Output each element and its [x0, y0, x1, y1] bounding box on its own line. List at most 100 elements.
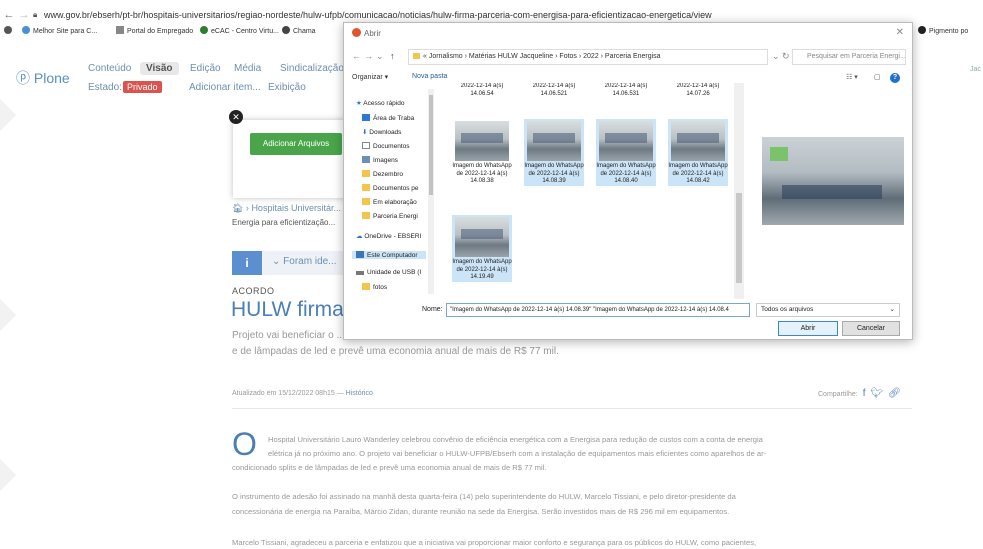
info-icon[interactable]: i: [232, 251, 262, 275]
file-item[interactable]: 2022-12-14 à(s) 14.06.521: [524, 83, 584, 98]
nav-images[interactable]: Imagens: [362, 156, 398, 164]
user-menu[interactable]: Jac: [970, 66, 981, 73]
nav-label: Documentos: [373, 143, 410, 150]
view-icon[interactable]: ☷ ▾: [846, 73, 858, 81]
paragraph-line: concessionária de energia na Paraíba, Má…: [232, 507, 730, 516]
file-type-select[interactable]: Todos os arquivos ⌄: [756, 303, 900, 317]
file-item[interactable]: 2022-12-14 à(s) 14.06.531: [596, 83, 656, 98]
file-name-field[interactable]: "Imagem do WhatsApp de 2022-12-14 à(s) 1…: [446, 303, 750, 317]
paragraph-line: O instrumento de adesão foi assinado na …: [232, 492, 736, 501]
folder-icon: [362, 212, 370, 219]
paragraph-line: condicionado splits e de lâmpadas de led…: [232, 463, 547, 472]
file-list-scrollbar-thumb[interactable]: [736, 193, 742, 283]
file-item[interactable]: 2022-12-14 à(s) 14.06.54: [452, 83, 512, 98]
nav-folder[interactable]: Em elaboração: [362, 198, 417, 206]
nav-label: Downloads: [369, 129, 402, 136]
chevron-down-icon: ⌄: [889, 306, 895, 313]
file-name: 2022-12-14 à(s) 14.06.521: [532, 83, 576, 97]
nav-onedrive[interactable]: ☁ OneDrive - EBSERI: [356, 232, 421, 240]
organize-button[interactable]: Organizar ▾: [352, 73, 388, 81]
chrome-icon: [352, 28, 361, 37]
nav-documents[interactable]: Documentos: [362, 142, 410, 150]
share-label: Compartilhe:: [818, 391, 858, 398]
nav-folder[interactable]: fotos: [362, 283, 387, 291]
back-icon[interactable]: ←: [352, 51, 361, 61]
file-name: Imagem do WhatsApp de 2022-12-14 à(s) 14…: [668, 163, 728, 184]
refresh-icon[interactable]: ↻: [782, 51, 790, 62]
open-button[interactable]: Abrir: [778, 321, 838, 336]
file-item-selected[interactable]: Imagem do WhatsApp de 2022-12-14 à(s) 14…: [524, 119, 584, 186]
tab-conteudo[interactable]: Conteúdo: [88, 63, 131, 74]
breadcrumb[interactable]: 🏠︎ › Hospitais Universitár...: [232, 203, 341, 214]
new-folder-button[interactable]: Nova pasta: [412, 73, 447, 80]
decorative-shape: [0, 93, 17, 137]
tab-media[interactable]: Média: [234, 63, 261, 74]
close-icon[interactable]: ✕: [896, 27, 904, 38]
nav-label: fotos: [373, 284, 388, 291]
search-input[interactable]: Pesquisar em Parceria Energi...: [792, 49, 906, 65]
twitter-icon[interactable]: 🐦︎: [870, 388, 883, 399]
plone-logo[interactable]: ⓟ Plone: [16, 68, 70, 88]
nav-label: Acesso rápido: [363, 100, 405, 107]
file-thumbnail: [671, 121, 725, 161]
cancel-button[interactable]: Cancelar: [842, 321, 900, 336]
info-text[interactable]: ⌄ Foram ide...: [272, 256, 337, 267]
image-preview: [762, 137, 904, 225]
link-icon[interactable]: 🔗︎: [888, 388, 901, 399]
file-name: Imagem do WhatsApp de 2022-12-14 à(s) 14…: [452, 259, 512, 280]
nav-label: Em elaboração: [373, 199, 417, 206]
tab-visao[interactable]: Visão: [140, 62, 179, 75]
preview-pane-icon[interactable]: ▢: [874, 73, 881, 81]
nav-label: Imagens: [373, 157, 398, 164]
add-files-button[interactable]: Adicionar Arquivos: [250, 133, 342, 155]
nav-this-pc[interactable]: Este Computador: [352, 251, 426, 259]
help-icon[interactable]: ?: [890, 73, 900, 83]
tab-edicao[interactable]: Edição: [190, 63, 221, 74]
kicker: ACORDO: [232, 286, 275, 296]
file-item[interactable]: Imagem do WhatsApp de 2022-12-14 à(s) 14…: [452, 119, 512, 186]
cloud-icon: ☁: [356, 233, 363, 240]
facebook-icon[interactable]: f: [863, 388, 866, 399]
file-name-label: Nome:: [422, 306, 443, 313]
star-icon: ★: [356, 100, 362, 107]
nav-downloads[interactable]: ⬇ Downloads: [362, 128, 401, 136]
dropdown-icon[interactable]: ⌄: [772, 51, 780, 62]
forward-icon[interactable]: →: [364, 51, 373, 61]
nav-scrollbar-thumb[interactable]: [429, 95, 433, 195]
lead-line: e de lâmpadas de led e prevê uma economi…: [232, 346, 559, 357]
updated-info: Atualizado em 15/12/2022 08h15 — Históri…: [232, 390, 373, 397]
tab-sindicalizacao[interactable]: Sindicalização: [280, 63, 344, 74]
document-icon: [362, 142, 370, 149]
up-icon[interactable]: ↑: [390, 51, 395, 61]
share-bar: Compartilhe: f 🐦︎ 🔗︎: [818, 388, 901, 399]
close-icon[interactable]: ✕: [229, 110, 243, 124]
history-link[interactable]: Histórico: [346, 390, 373, 397]
path-text: « Jornalismo › Matérias HULW Jacqueline …: [423, 53, 661, 60]
file-item[interactable]: 2022-12-14 à(s) 14.07.26: [668, 83, 728, 98]
nav-folder[interactable]: Dezembro: [362, 170, 403, 178]
file-name: Imagem do WhatsApp de 2022-12-14 à(s) 14…: [452, 163, 512, 184]
add-item-menu[interactable]: Adicionar item...: [189, 82, 261, 93]
lead-line: Projeto vai beneficiar o ...: [232, 330, 345, 341]
nav-usb[interactable]: Unidade de USB (I: [356, 269, 421, 276]
path-bar[interactable]: « Jornalismo › Matérias HULW Jacqueline …: [408, 49, 768, 65]
nav-desktop[interactable]: Área de Traba: [362, 114, 414, 122]
display-menu[interactable]: Exibição: [268, 82, 306, 93]
file-thumbnail: [599, 121, 653, 161]
nav-label: Documentos pe: [373, 185, 419, 192]
file-item-selected[interactable]: Imagem do WhatsApp de 2022-12-14 à(s) 14…: [668, 119, 728, 186]
chevron-down-icon[interactable]: ⌄: [376, 51, 384, 62]
nav-quick-access[interactable]: ★ Acesso rápido: [356, 99, 404, 107]
dialog-title: Abrir: [352, 28, 381, 38]
file-item-selected[interactable]: Imagem do WhatsApp de 2022-12-14 à(s) 14…: [596, 119, 656, 186]
nav-label: Unidade de USB (I: [367, 269, 422, 276]
file-thumbnail: [527, 121, 581, 161]
file-item-selected[interactable]: Imagem do WhatsApp de 2022-12-14 à(s) 14…: [452, 215, 512, 282]
state-badge[interactable]: Privado: [123, 81, 162, 93]
paragraph-line: Marcelo Tissiani, agradeceu a parceria e…: [232, 538, 757, 547]
nav-folder[interactable]: Documentos pe: [362, 184, 419, 192]
paragraph-line: elétrica já no próximo ano. O projeto va…: [268, 449, 767, 458]
breadcrumb-item[interactable]: Hospitais Universitár...: [251, 203, 341, 213]
nav-folder[interactable]: Parceria Energi: [362, 212, 418, 220]
address-row: ← → ⌄ ↑ « Jornalismo › Matérias HULW Jac…: [352, 49, 906, 65]
